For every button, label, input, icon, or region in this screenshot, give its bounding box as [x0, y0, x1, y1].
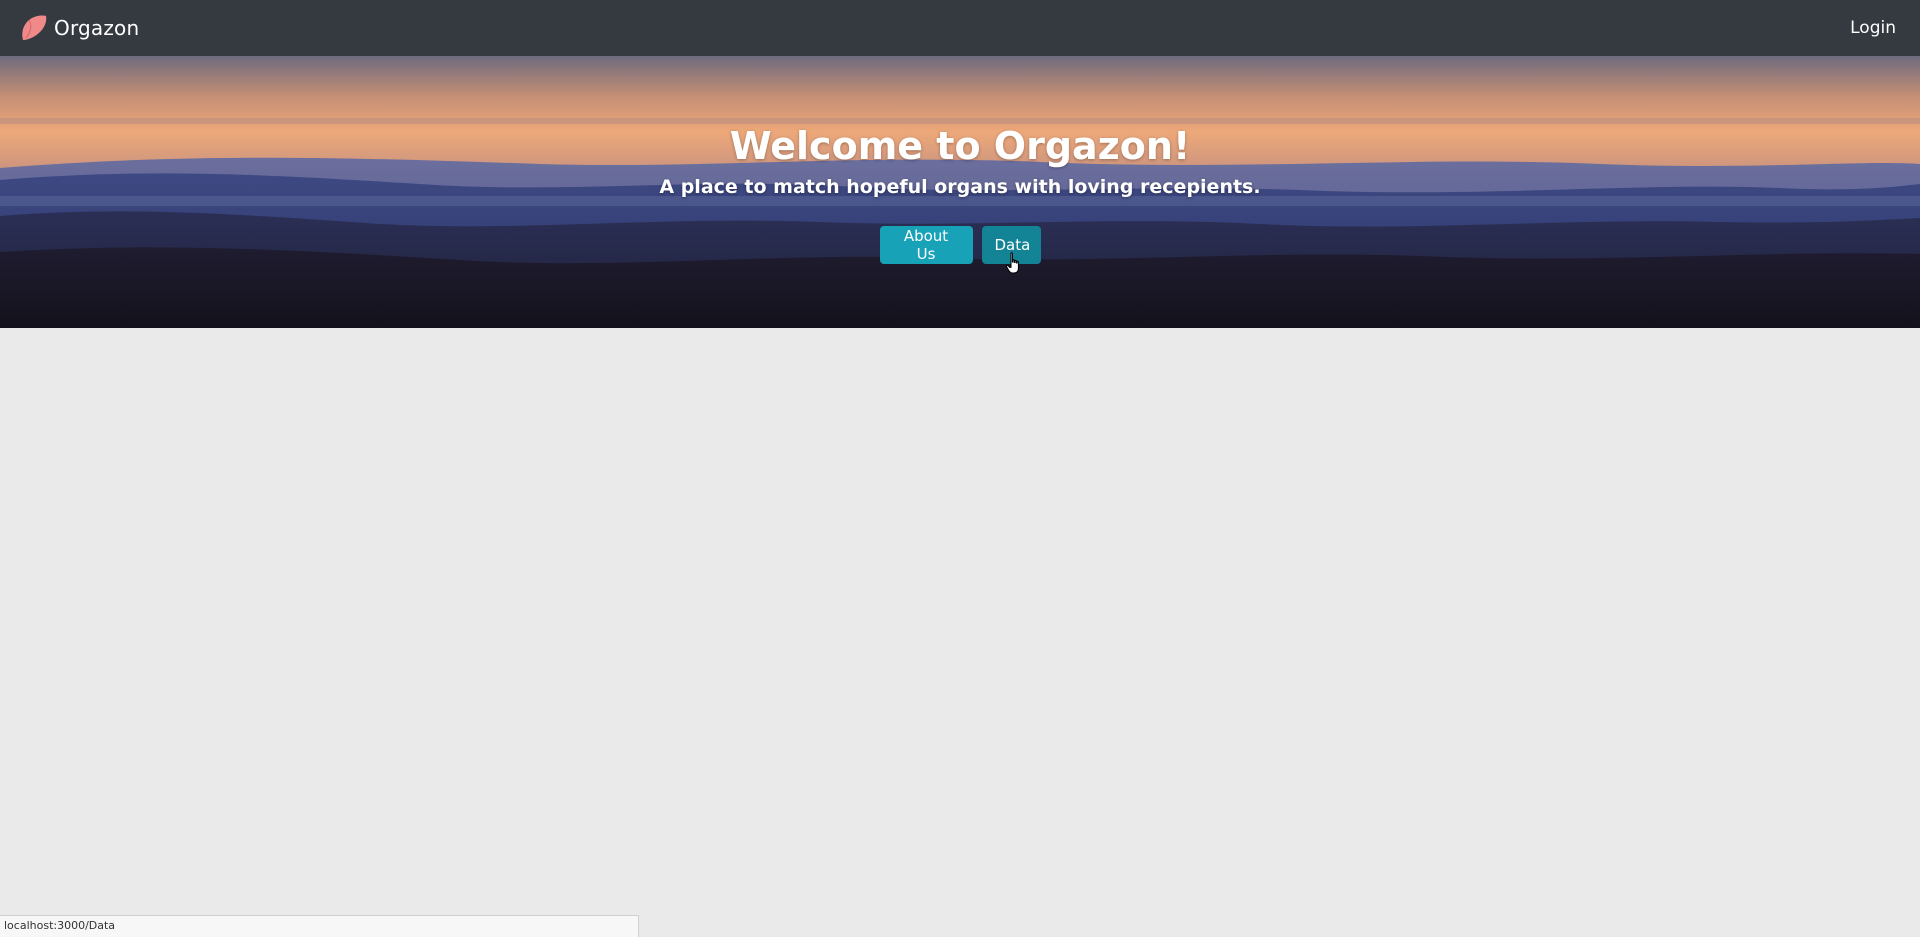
hero-button-group: About Us Data [0, 226, 1920, 264]
about-us-button[interactable]: About Us [879, 226, 973, 264]
browser-status-bar: localhost:3000/Data [0, 915, 639, 937]
brand-link[interactable]: Orgazon [18, 13, 139, 43]
top-navbar: Orgazon Login [0, 0, 1920, 56]
brand-name: Orgazon [54, 16, 140, 40]
data-button[interactable]: Data [981, 226, 1041, 264]
hero-banner: Welcome to Orgazon! A place to match hop… [0, 56, 1920, 328]
hero-subtitle: A place to match hopeful organs with lov… [659, 176, 1261, 198]
hero-title: Welcome to Orgazon! [729, 124, 1191, 168]
login-link[interactable]: Login [1850, 18, 1896, 38]
hero-content: Welcome to Orgazon! A place to match hop… [0, 56, 1920, 328]
liver-organ-icon [22, 15, 47, 40]
